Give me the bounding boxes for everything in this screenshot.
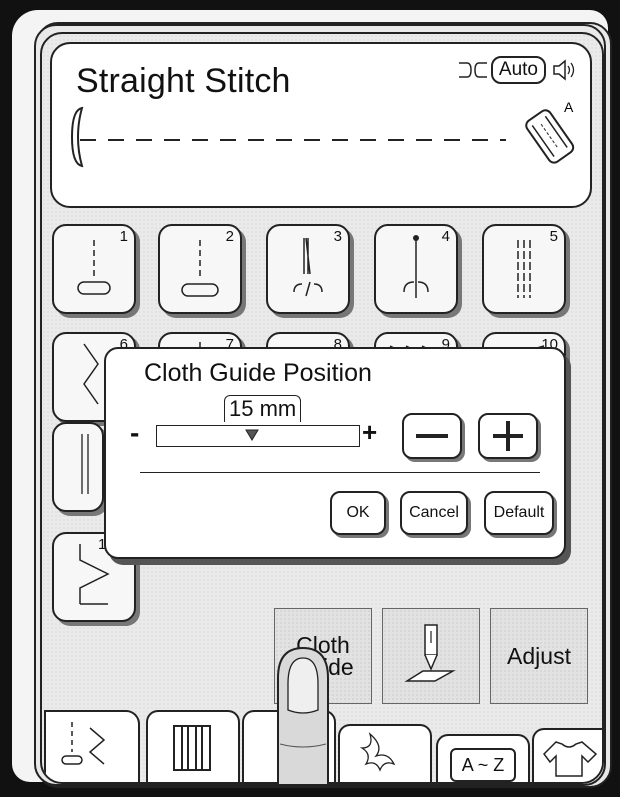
- position-slider[interactable]: [156, 425, 360, 447]
- adjust-label: Adjust: [507, 642, 571, 669]
- default-button[interactable]: Default: [484, 491, 554, 535]
- needle-position-icon: [457, 57, 489, 83]
- tab-applique[interactable]: [338, 724, 432, 782]
- buttonhole-icon: [173, 725, 211, 771]
- center-straight-icon: [403, 235, 429, 298]
- ok-button[interactable]: OK: [330, 491, 386, 535]
- needle-button[interactable]: [382, 608, 480, 704]
- cloth-guide-dialog: Cloth Guide Position 15 mm - + OK Cancel…: [104, 347, 566, 559]
- presser-foot-icon: A: [525, 99, 575, 164]
- pointing-finger-icon: [277, 646, 329, 784]
- stitch-button-11[interactable]: [52, 422, 104, 512]
- tab-buttonholes[interactable]: [146, 710, 240, 782]
- minus-icon: [416, 434, 448, 438]
- straight-buttonhole-icon: [77, 240, 111, 295]
- ok-label: OK: [346, 504, 370, 521]
- adjust-button[interactable]: Adjust: [490, 608, 588, 704]
- auto-tension-badge: Auto: [490, 56, 546, 84]
- stitch-button-1[interactable]: 1: [52, 224, 136, 314]
- foot-letter: A: [564, 99, 574, 115]
- shirt-icon: [543, 741, 598, 777]
- straight-buttonhole-icon: [181, 240, 219, 297]
- stitch-button-2[interactable]: 2: [158, 224, 242, 314]
- tab-utility-stitches[interactable]: [44, 710, 140, 782]
- slider-minus-label: -: [130, 417, 140, 448]
- stitch-button-4[interactable]: 4: [374, 224, 458, 314]
- cancel-label: Cancel: [409, 504, 459, 521]
- slider-plus-label: +: [362, 417, 378, 447]
- utility-stitch-icon: [61, 722, 106, 765]
- stitch-button-5[interactable]: 5: [482, 224, 566, 314]
- cancel-button[interactable]: Cancel: [400, 491, 468, 535]
- stitch-header-panel: Straight Stitch Auto A: [50, 42, 592, 208]
- decrease-button[interactable]: [402, 413, 462, 459]
- slider-marker-icon: [245, 429, 259, 441]
- blind-hem-icon: [81, 434, 89, 494]
- stitch-button-3[interactable]: 3: [266, 224, 350, 314]
- dialog-title: Cloth Guide Position: [144, 359, 372, 387]
- page-title: Straight Stitch: [76, 62, 291, 100]
- triple-stretch-icon: [517, 240, 531, 298]
- default-label: Default: [493, 504, 545, 521]
- increase-button[interactable]: [478, 413, 538, 459]
- tab-garment[interactable]: [532, 728, 602, 782]
- status-bar: Auto: [457, 56, 580, 84]
- tab-alphabet[interactable]: A ~ Z: [436, 734, 530, 782]
- stitch-preview-icon: [70, 106, 506, 168]
- dialog-divider: [140, 472, 540, 473]
- position-value: 15 mm: [224, 395, 302, 422]
- flower-icon: [359, 732, 396, 772]
- needle-icon: [404, 624, 456, 682]
- triple-straight-icon: [293, 237, 323, 297]
- alphabet-label: A ~ Z: [450, 748, 516, 782]
- sound-icon: [548, 57, 580, 83]
- plus-icon: [493, 421, 523, 451]
